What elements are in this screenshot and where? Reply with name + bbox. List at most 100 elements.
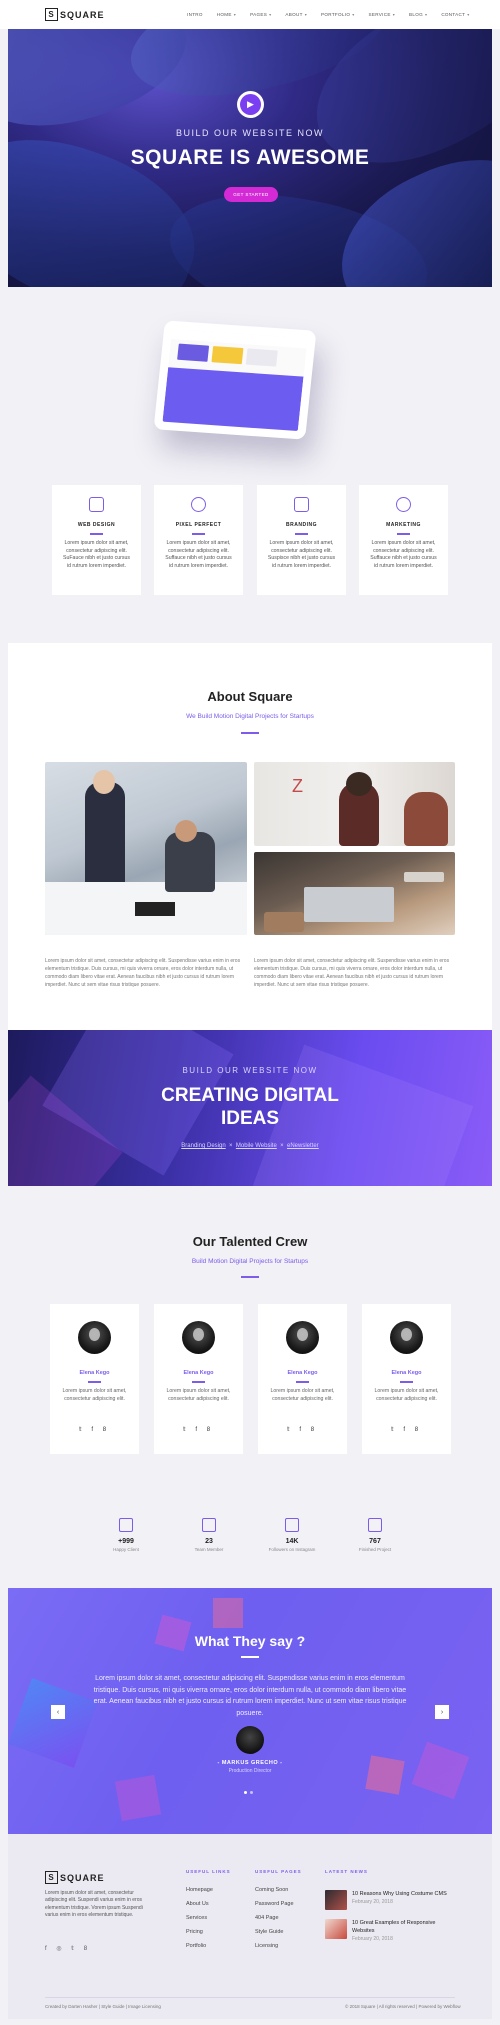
useful-links-heading: USEFUL LINKS	[186, 1869, 231, 1874]
tag-separator: ×	[229, 1143, 233, 1149]
news-title[interactable]: 10 Reasons Why Using Costume CMS	[352, 1891, 452, 1899]
logo-mark: S	[45, 1871, 58, 1884]
service-divider	[397, 533, 410, 535]
tag-branding-design[interactable]: Branding Design	[181, 1143, 225, 1149]
desk-laptop-photo	[254, 852, 455, 935]
play-video-button[interactable]: ▶	[237, 91, 264, 118]
slider-dot[interactable]	[250, 1791, 253, 1794]
team-card: Elena Kego Lorem ipsum dolor sit amet, c…	[362, 1304, 451, 1454]
tablet-screen-tile	[177, 343, 210, 362]
banner-title-line1: CREATING DIGITAL	[161, 1085, 339, 1106]
nav-link-home[interactable]: HOME ▾	[217, 12, 236, 17]
tablet-screen-banner	[162, 367, 304, 432]
branding-icon	[294, 497, 309, 512]
about-text-left: Lorem ipsum dolor sit amet, consectetur …	[45, 958, 241, 988]
hero-kicker: BUILD OUR WEBSITE NOW	[175, 128, 324, 138]
service-text: Lorem ipsum dolor sit amet, consectetur …	[370, 540, 437, 569]
tablet-screen	[162, 328, 308, 432]
news-thumbnail	[325, 1890, 347, 1910]
team-divider	[241, 1276, 259, 1278]
news-thumbnail	[325, 1919, 347, 1939]
team-card: Elena Kego Lorem ipsum dolor sit amet, c…	[50, 1304, 139, 1454]
photo-desk-item	[264, 912, 304, 932]
nav-links: INTRO HOME ▾ PAGES ▾ ABOUT ▾ PORTFOLIO ▾ SER…	[187, 0, 484, 29]
hero-section: ▶ BUILD OUR WEBSITE NOW SQUARE IS AWESOM…	[8, 29, 492, 287]
footer-link-coming-soon[interactable]: Coming Soon	[255, 1887, 288, 1893]
chevron-down-icon: ▾	[304, 12, 308, 17]
marketing-icon	[396, 497, 411, 512]
about-subtitle: We Build Motion Digital Projects for Sta…	[186, 713, 314, 720]
news-title[interactable]: 10 Great Examples of Responsive Websites	[352, 1920, 452, 1935]
footer-link-password-page[interactable]: Password Page	[255, 1901, 294, 1907]
footer-social-icons[interactable]: f ◎ 𝕥 8	[45, 1945, 91, 1952]
testimonials-section: What They say ? Lorem ipsum dolor sit am…	[8, 1588, 492, 1834]
happy-client-icon	[119, 1518, 133, 1532]
testimonial-author: - MARKUS GRECHO -	[217, 1760, 283, 1766]
nav-link-portfolio[interactable]: PORTFOLIO ▾	[321, 12, 354, 17]
service-title: WEB DESIGN	[77, 522, 116, 528]
nav-link-blog[interactable]: BLOG ▾	[409, 12, 427, 17]
service-divider	[295, 533, 308, 535]
hero-title: SQUARE IS AWESOME	[130, 146, 370, 169]
nav-link-contact[interactable]: CONTACT ▾	[441, 12, 469, 17]
tag-enewsletter[interactable]: eNewsletter	[287, 1143, 319, 1149]
nav-link-service[interactable]: SERVICE ▾	[369, 12, 396, 17]
creating-ideas-banner: BUILD OUR WEBSITE NOW CREATING DIGITAL I…	[8, 1030, 492, 1186]
stat-instagram-followers: 14K Followers on Instagram	[262, 1518, 322, 1552]
tablet-mockup	[140, 318, 340, 453]
avatar	[236, 1726, 264, 1754]
get-started-button[interactable]: GET STARTED	[224, 187, 278, 202]
footer-about-text: Lorem ipsum dolor sit amet, consectetur …	[45, 1890, 143, 1918]
stat-label: Finished Project	[358, 1547, 392, 1552]
service-card-pixel-perfect: PIXEL PERFECT Lorem ipsum dolor sit amet…	[154, 485, 243, 595]
footer-link-404-page[interactable]: 404 Page	[255, 1915, 279, 1921]
footer-link-pricing[interactable]: Pricing	[186, 1929, 203, 1935]
team-divider	[400, 1381, 413, 1383]
testimonial-role: Production Director	[228, 1768, 272, 1774]
team-member-bio: Lorem ipsum dolor sit amet, consectetur …	[166, 1388, 231, 1402]
footer-link-services[interactable]: Services	[186, 1915, 207, 1921]
team-title: Our Talented Crew	[192, 1234, 308, 1249]
service-card-marketing: MARKETING Lorem ipsum dolor sit amet, co…	[359, 485, 448, 595]
nav-link-about[interactable]: ABOUT ▾	[285, 12, 307, 17]
photo-person	[175, 820, 197, 842]
chevron-down-icon: ▾	[392, 12, 396, 17]
tablet-device	[153, 320, 317, 440]
prev-slide-button[interactable]: ‹	[51, 1705, 65, 1719]
finished-project-icon	[368, 1518, 382, 1532]
slider-dot[interactable]	[244, 1791, 247, 1794]
service-title: PIXEL PERFECT	[175, 522, 222, 528]
banner-title-line2: IDEAS	[220, 1108, 280, 1129]
testimonial-shape-bg	[213, 1598, 243, 1628]
nav-link-intro[interactable]: INTRO	[187, 12, 203, 17]
footer-link-style-guide[interactable]: Style Guide	[255, 1929, 283, 1935]
team-member-name: Elena Kego	[183, 1370, 214, 1376]
chevron-down-icon: ▾	[269, 12, 272, 17]
next-slide-button[interactable]: ›	[435, 1705, 449, 1719]
footer-link-portfolio[interactable]: Portfolio	[186, 1943, 206, 1949]
team-social-icons[interactable]: 𝕥 f 8	[154, 1426, 243, 1433]
avatar	[78, 1321, 111, 1354]
tag-mobile-website[interactable]: Mobile Website	[236, 1143, 277, 1149]
news-item[interactable]: 10 Great Examples of Responsive Websites…	[325, 1919, 455, 1942]
stat-label: Team Member	[194, 1547, 224, 1552]
avatar-face	[193, 1328, 204, 1341]
footer-link-licensing[interactable]: Licensing	[255, 1943, 278, 1949]
team-social-icons[interactable]: 𝕥 f 8	[50, 1426, 139, 1433]
team-member-bio: Lorem ipsum dolor sit amet, consectetur …	[374, 1388, 439, 1402]
news-item[interactable]: 10 Reasons Why Using Costume CMS Februar…	[325, 1890, 455, 1912]
pixel-perfect-icon	[191, 497, 206, 512]
footer-logo[interactable]: S SQUARE	[45, 1871, 105, 1884]
nav-link-pages[interactable]: PAGES ▾	[250, 12, 271, 17]
team-social-icons[interactable]: 𝕥 f 8	[258, 1426, 347, 1433]
design-studio-photo: Z	[254, 762, 455, 846]
footer-divider	[45, 1997, 455, 1998]
site-logo[interactable]: S SQUARE	[45, 8, 105, 21]
web-design-icon	[89, 497, 104, 512]
testimonial-shape-bg	[114, 1774, 162, 1822]
tag-separator: ×	[280, 1143, 284, 1149]
footer-link-homepage[interactable]: Homepage	[186, 1887, 213, 1893]
team-social-icons[interactable]: 𝕥 f 8	[362, 1426, 451, 1433]
footer-link-about-us[interactable]: About Us	[186, 1901, 209, 1907]
stat-label: Happy Client	[113, 1547, 139, 1552]
